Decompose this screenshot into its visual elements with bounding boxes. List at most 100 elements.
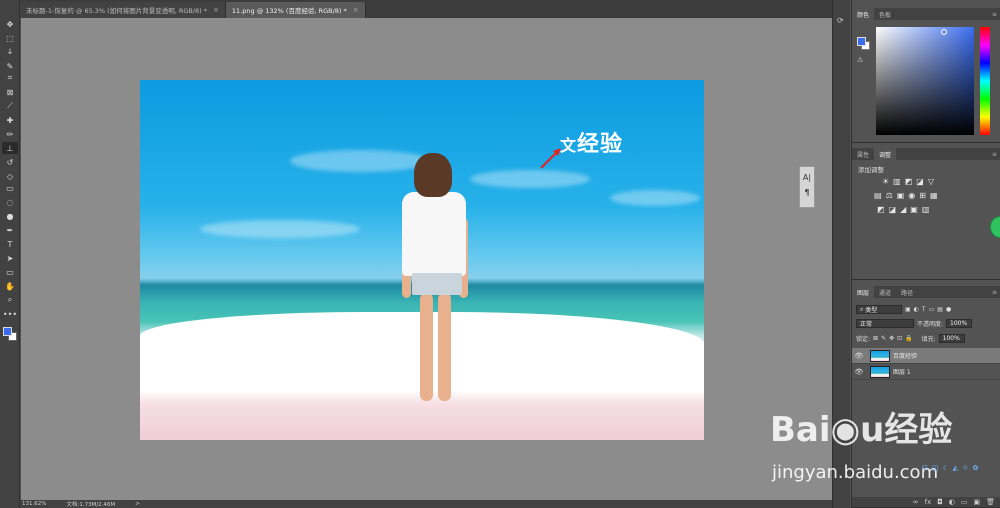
text-layer-baidu-jingyan[interactable]: 文经验	[560, 126, 623, 158]
visibility-eye-icon[interactable]: 👁	[852, 368, 866, 376]
photo-filter-icon[interactable]: ◉	[908, 191, 915, 200]
crop-tool[interactable]: ⌗	[2, 72, 18, 84]
tab-properties[interactable]: 属性	[852, 148, 874, 160]
threshold-icon[interactable]: ◢	[900, 205, 906, 214]
lock-position-icon[interactable]: ✥	[889, 335, 894, 342]
canvas-workspace[interactable]: 文经验 A| ¶	[21, 18, 832, 500]
eraser-tool[interactable]: ◇	[2, 170, 18, 182]
new-group-icon[interactable]: ▭	[961, 498, 968, 506]
filter-adjustment-icon[interactable]: ◐	[914, 306, 919, 313]
blur-tool[interactable]: ◌	[2, 196, 18, 208]
tab-adjustments[interactable]: 调整	[874, 148, 897, 160]
mini-icon-4[interactable]: ◭	[953, 464, 958, 472]
visibility-eye-icon[interactable]: 👁	[852, 352, 866, 360]
close-icon[interactable]: ×	[213, 6, 219, 14]
type-tool[interactable]: T	[2, 238, 18, 250]
out-of-gamut-warning-icon[interactable]: ⚠	[857, 56, 863, 64]
move-tool[interactable]: ✥	[2, 18, 18, 30]
layer-mask-icon[interactable]: ◘	[937, 498, 943, 506]
baidu-jingyan-watermark-logo: Bai◉u经验	[770, 410, 953, 450]
panel-menu-icon[interactable]: ≡	[992, 286, 997, 298]
moon-icon[interactable]: ☾	[943, 464, 949, 472]
black-white-icon[interactable]: ▣	[897, 191, 905, 200]
filter-toggle-icon[interactable]: ●	[946, 306, 951, 313]
delete-layer-icon[interactable]: 🗑	[986, 498, 995, 506]
shape-tool[interactable]: ▭	[2, 266, 18, 278]
blend-mode-select[interactable]: 正常	[856, 319, 914, 328]
frame-tool[interactable]: ⊠	[2, 86, 18, 98]
stamp-tool[interactable]: ⊥	[2, 142, 18, 154]
healing-tool[interactable]: ✚	[2, 114, 18, 126]
marquee-tool[interactable]: ⬚	[2, 32, 18, 44]
color-lookup-icon[interactable]: ▦	[930, 191, 938, 200]
brush-tool[interactable]: ✏	[2, 128, 18, 140]
exposure-icon[interactable]: ◪	[916, 177, 924, 186]
tab-layers[interactable]: 图层	[852, 286, 875, 298]
lock-artboard-icon[interactable]: ⊡	[897, 335, 902, 342]
cloud	[290, 150, 430, 172]
new-adjustment-icon[interactable]: ◐	[949, 498, 955, 506]
document-canvas[interactable]: 文经验	[140, 80, 704, 440]
flower-icon[interactable]: ✿	[972, 464, 978, 472]
eyedropper-tool[interactable]: ⟋	[2, 100, 18, 112]
fill-input[interactable]: 100%	[938, 334, 965, 343]
brightness-icon[interactable]: ☀	[882, 177, 889, 186]
sun-icon[interactable]: ☼	[962, 464, 968, 472]
lock-transparency-icon[interactable]: ⊠	[873, 335, 878, 342]
lock-all-icon[interactable]: 🔒	[905, 335, 912, 342]
tab-paths[interactable]: 路径	[896, 286, 918, 298]
selective-color-icon[interactable]: ▥	[922, 205, 930, 214]
foreground-color-swatch[interactable]	[857, 37, 866, 46]
color-picker-cursor[interactable]	[941, 29, 947, 35]
posterize-icon[interactable]: ◪	[889, 205, 897, 214]
new-layer-icon[interactable]: ▣	[973, 498, 980, 506]
filter-type-icon[interactable]: T	[922, 306, 926, 313]
paragraph-icon[interactable]: ¶	[800, 188, 814, 197]
character-icon[interactable]: A|	[800, 173, 814, 182]
path-select-tool[interactable]: ➤	[2, 252, 18, 264]
panel-menu-icon[interactable]: ≡	[992, 8, 997, 20]
layer-row-layer-1[interactable]: 👁 图层 1	[852, 364, 1000, 380]
tab-color[interactable]: 颜色	[852, 8, 875, 20]
history-icon[interactable]: ⟳	[837, 16, 844, 25]
channel-mixer-icon[interactable]: ⊞	[919, 191, 926, 200]
zoom-tool[interactable]: ⌕	[2, 294, 18, 306]
link-layers-icon[interactable]: ∞	[913, 498, 919, 506]
panel-menu-icon[interactable]: ≡	[992, 148, 997, 160]
dodge-tool[interactable]: ●	[2, 210, 18, 222]
pen-tool[interactable]: ✒	[2, 224, 18, 236]
mini-icon-2[interactable]: ◫	[932, 464, 939, 472]
tab-swatches[interactable]: 色板	[874, 8, 896, 20]
tab-document-2[interactable]: 11.png @ 132% (百度经验, RGB/8) * ×	[225, 2, 366, 18]
layer-kind-filter[interactable]: ⌕ 类型	[856, 305, 902, 314]
hue-slider[interactable]	[980, 27, 990, 135]
lock-image-icon[interactable]: ✎	[881, 335, 886, 342]
hand-tool[interactable]: ✋	[2, 280, 18, 292]
curves-icon[interactable]: ◩	[905, 177, 913, 186]
history-brush-tool[interactable]: ↺	[2, 156, 18, 168]
close-icon[interactable]: ×	[353, 6, 359, 14]
more-tools[interactable]: •••	[2, 308, 18, 320]
levels-icon[interactable]: ▥	[893, 177, 901, 186]
filter-shape-icon[interactable]: ▭	[929, 306, 935, 313]
tab-channels[interactable]: 通道	[874, 286, 896, 298]
invert-icon[interactable]: ◩	[877, 205, 885, 214]
vibrance-icon[interactable]: ▽	[928, 177, 934, 186]
color-picker-field[interactable]	[876, 27, 974, 135]
status-menu-arrow[interactable]: >	[135, 501, 140, 507]
foreground-color-swatch[interactable]	[3, 327, 12, 336]
color-balance-icon[interactable]: ⚖	[886, 191, 893, 200]
filter-smart-object-icon[interactable]: ▤	[937, 306, 943, 313]
layer-style-icon[interactable]: fx	[925, 498, 932, 506]
opacity-input[interactable]: 100%	[946, 319, 973, 328]
layer-row-baidu-jingyan[interactable]: 👁 百度经验	[852, 348, 1000, 364]
zoom-level[interactable]: 131.62%	[22, 501, 46, 507]
tab-document-1[interactable]: 未标题-1-恢复的 @ 65.3% (如何将图片背景变透明, RGB/8) * …	[20, 2, 226, 18]
lasso-tool[interactable]: ↆ	[2, 46, 18, 58]
gradient-map-icon[interactable]: ▣	[910, 205, 918, 214]
quick-select-tool[interactable]: ✎	[2, 60, 18, 72]
filter-pixel-icon[interactable]: ▣	[905, 306, 911, 313]
gradient-tool[interactable]: ▭	[2, 182, 18, 194]
hue-saturation-icon[interactable]: ▤	[874, 191, 882, 200]
mini-icon-1[interactable]: ⊡	[922, 464, 928, 472]
